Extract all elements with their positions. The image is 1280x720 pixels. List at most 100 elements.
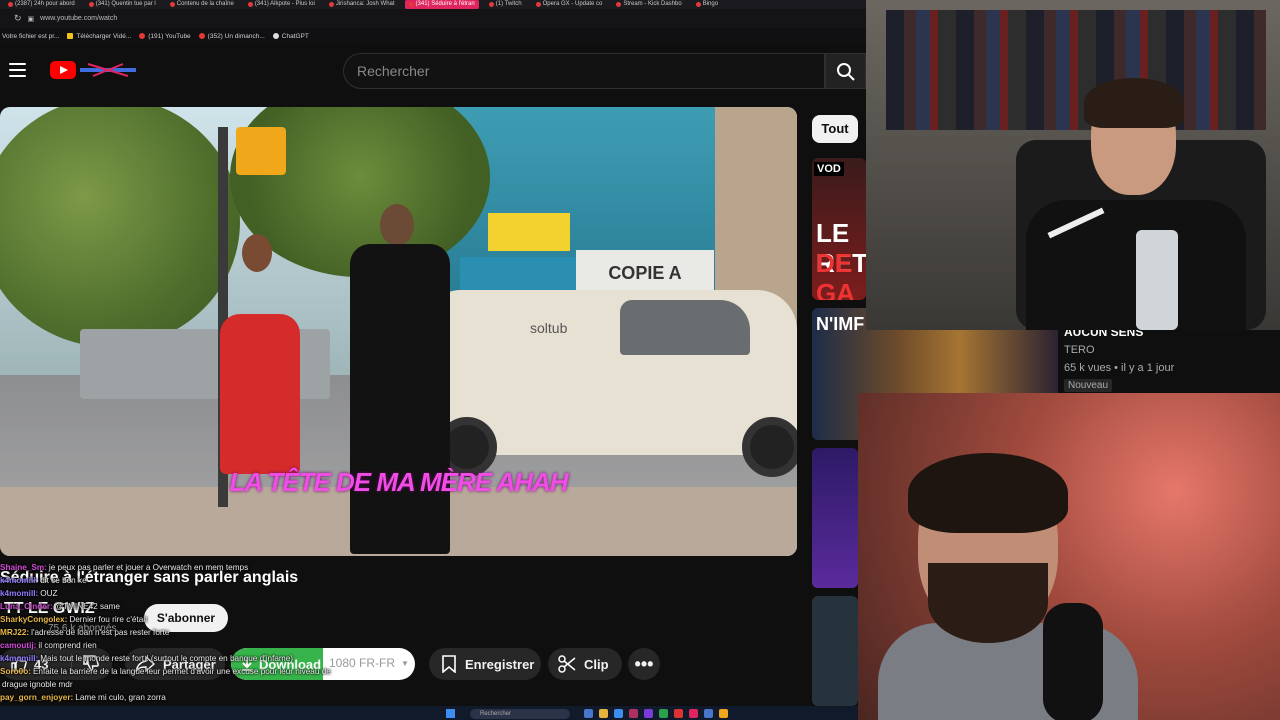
browser-tab-active[interactable]: (341) Séduire à l'étran — [404, 0, 479, 9]
video-subtitle-overlay: LA TÊTE DE MA MÈRE AHAH — [229, 467, 568, 497]
browser-tab[interactable]: Opera GX - Update co — [532, 0, 607, 9]
browser-tab[interactable]: (341) Quentin tue par l — [85, 0, 160, 9]
clip-label: Clip — [584, 656, 609, 672]
chat-message: pay_gorn_enjoyer: Lame mi culo, gran zorr… — [0, 691, 430, 704]
browser-tab[interactable]: Bingo — [692, 0, 722, 9]
chat-message: drague ignoble mdr — [0, 678, 430, 691]
taskbar-app-icon[interactable] — [599, 709, 608, 718]
screen: (2387) 24h pour abord (341) Quentin tue … — [0, 0, 1280, 720]
clothes-rack — [886, 10, 1266, 130]
bookmark-item[interactable]: Votre fichier est pr... — [2, 33, 59, 40]
recommended-video-channel[interactable]: TERO — [1064, 344, 1095, 356]
chat-username[interactable]: Luna_Cinder: — [0, 602, 53, 611]
clip-icon — [558, 655, 576, 673]
tab-label: (341) Alkpote - Plus loi — [254, 1, 315, 7]
taskbar-icons — [584, 709, 728, 718]
save-icon — [442, 655, 456, 673]
chat-message: Luna_Cinder: @TMINE42 same — [0, 600, 430, 613]
chat-text: dit ce bon ke — [40, 576, 87, 585]
bookmark-label: Votre fichier est pr... — [2, 32, 60, 40]
url-text[interactable]: www.youtube.com/watch — [40, 15, 117, 22]
browser-tab[interactable]: Stream - Kick Dashbo — [612, 0, 685, 9]
bookmark-item[interactable]: Télécharger Vidé... — [67, 33, 131, 40]
browser-tab[interactable]: (341) Alkpote - Plus loi — [244, 0, 319, 9]
chat-username[interactable]: SharkyCongolex: — [0, 615, 67, 624]
taskbar-app-icon[interactable] — [689, 709, 698, 718]
search-input[interactable]: Rechercher — [343, 53, 825, 89]
tab-label: (2387) 24h pour abord — [15, 1, 75, 7]
webcam-overlay-top — [866, 0, 1280, 330]
address-bar[interactable]: ↻ ▣ www.youtube.com/watch — [0, 9, 866, 28]
recommended-video-thumbnail[interactable]: VOD LE RET DE GA — [812, 158, 866, 300]
lock-icon: ▣ — [27, 15, 35, 23]
video-frame-traffic-light — [236, 127, 286, 175]
webcam-overlay-bottom — [858, 393, 1280, 720]
chat-text: l'adresse de loan n'est pas rester forte — [31, 628, 170, 637]
chat-text: OUZ — [40, 589, 58, 598]
bookmark-label: ChatGPT — [281, 32, 309, 40]
taskbar-app-icon[interactable] — [704, 709, 713, 718]
video-player[interactable]: COPIE A soltub LA TÊTE DE MA MÈRE AHAH — [0, 107, 797, 556]
recommended-video-thumbnail[interactable] — [812, 448, 858, 588]
van-brand-text: soltub — [530, 320, 568, 336]
taskbar-search[interactable]: Rechercher — [470, 709, 570, 719]
video-frame-man — [340, 204, 460, 554]
taskbar-app-icon[interactable] — [674, 709, 683, 718]
search-button[interactable] — [825, 53, 866, 89]
thumbnail-text: DE GA — [816, 248, 855, 300]
taskbar-app-icon[interactable] — [584, 709, 593, 718]
chat-username[interactable]: pay_gorn_enjoyer: — [0, 693, 73, 702]
stream-chat-overlay: Shaine_Sm: je peux pas parler et jouer a … — [0, 561, 430, 704]
tab-label: Contenu de la chaîne — [176, 1, 234, 7]
chat-username[interactable]: Shaine_Sm: — [0, 563, 47, 572]
vod-badge: VOD — [814, 162, 844, 176]
chat-username[interactable]: k4momill: — [0, 589, 38, 598]
clip-button[interactable]: Clip — [548, 648, 622, 680]
new-badge: Nouveau — [1064, 379, 1113, 392]
chat-text: il comprend rien — [38, 641, 97, 650]
youtube-logo-icon[interactable] — [50, 61, 76, 79]
tab-label: Bingo — [702, 1, 719, 7]
taskbar-app-icon[interactable] — [629, 709, 638, 718]
taskbar-app-icon[interactable] — [659, 709, 668, 718]
more-icon[interactable]: ••• — [628, 648, 660, 680]
chat-text: Lame mi culo, gran zorra — [75, 693, 166, 702]
bookmark-item[interactable]: (352) Un dimanch... — [198, 33, 265, 40]
chat-text: Enfaite la barrière de la langue leur pe… — [32, 667, 331, 676]
bookmark-item[interactable]: ChatGPT — [272, 32, 309, 40]
windows-start-icon[interactable] — [446, 709, 455, 718]
chat-username[interactable]: MRJ22: — [0, 628, 29, 637]
tab-label: (341) Quentin tue par l — [95, 1, 156, 7]
browser-tab[interactable]: (1) Twitch — [485, 0, 526, 9]
chat-message: k4momill: OUZ — [0, 587, 430, 600]
browser-tab[interactable]: Jirishanca: Josh What — [325, 0, 399, 9]
chat-username[interactable]: camoutij: — [0, 641, 36, 650]
tab-label: (341) Séduire à l'étran — [415, 1, 475, 7]
browser-tab[interactable]: (2387) 24h pour abord — [4, 0, 79, 9]
chat-message: Soro0o: Enfaite la barrière de la langue … — [0, 665, 430, 678]
taskbar-app-icon[interactable] — [614, 709, 623, 718]
recommended-video-thumbnail[interactable] — [812, 596, 858, 706]
save-button[interactable]: Enregistrer — [429, 648, 541, 680]
search-icon — [837, 63, 855, 81]
browser-tab[interactable]: Contenu de la chaîne — [166, 0, 238, 9]
taskbar-app-icon[interactable] — [719, 709, 728, 718]
thumbnail-text: N'IMF — [816, 314, 865, 334]
chat-username[interactable]: Soro0o: — [0, 667, 31, 676]
energy-drink-can — [1136, 230, 1178, 330]
bookmark-item[interactable]: (191) YouTube — [139, 33, 191, 40]
taskbar-app-icon[interactable] — [644, 709, 653, 718]
reload-icon[interactable]: ↻ — [14, 13, 22, 24]
chat-message: Shaine_Sm: je peux pas parler et jouer a … — [0, 561, 430, 574]
chat-username[interactable]: k4momill: — [0, 654, 38, 663]
microphone — [1043, 603, 1103, 720]
chat-username[interactable]: k4momill: — [0, 576, 38, 585]
bookmark-label: Télécharger Vidé... — [76, 32, 132, 40]
chat-message: MRJ22: l'adresse de loan n'est pas rester… — [0, 626, 430, 639]
chat-text: Mais tout le monde reste fort ! (surtout… — [40, 654, 294, 663]
chat-message: camoutij: il comprend rien — [0, 639, 430, 652]
menu-icon[interactable] — [9, 63, 26, 77]
tab-label: Jirishanca: Josh What — [335, 1, 395, 7]
chip-all[interactable]: Tout — [812, 115, 858, 143]
tab-label: (1) Twitch — [495, 1, 522, 7]
